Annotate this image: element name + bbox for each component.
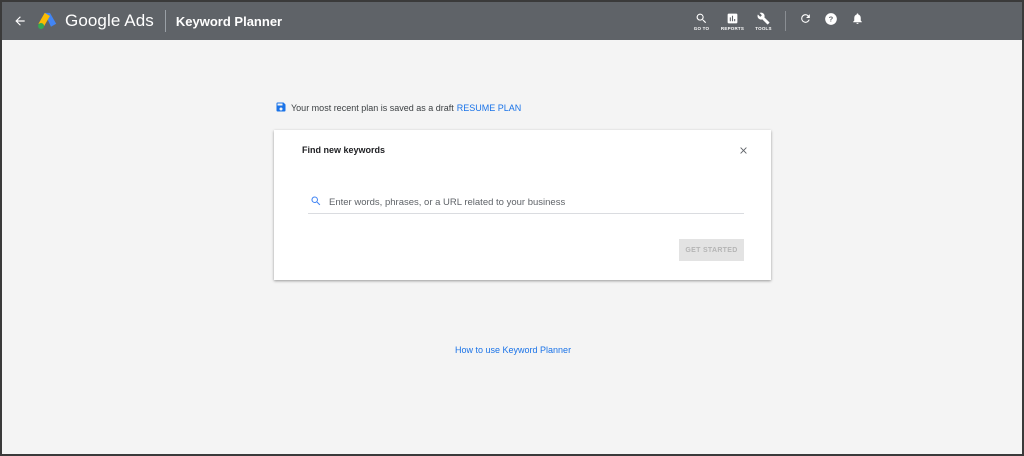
refresh-icon xyxy=(799,12,812,30)
how-to-use-link[interactable]: How to use Keyword Planner xyxy=(455,345,571,355)
google-ads-logo-icon xyxy=(36,10,58,32)
app-window: Google Ads Keyword Planner GO TO REPORTS xyxy=(0,0,1024,456)
help-icon: ? xyxy=(824,12,838,31)
resume-plan-link[interactable]: RESUME PLAN xyxy=(457,103,522,113)
goto-button[interactable]: GO TO xyxy=(686,2,717,40)
reports-button[interactable]: REPORTS xyxy=(717,2,748,40)
top-app-bar: Google Ads Keyword Planner GO TO REPORTS xyxy=(2,2,1022,40)
goto-label: GO TO xyxy=(693,25,710,31)
header-tools: GO TO REPORTS TOOLS ? xyxy=(686,2,1022,40)
wrench-icon xyxy=(757,12,770,25)
keyword-search-input[interactable] xyxy=(329,197,744,208)
search-icon xyxy=(695,12,708,25)
close-icon[interactable] xyxy=(736,143,750,157)
reports-icon xyxy=(726,12,739,25)
draft-notice: Your most recent plan is saved as a draf… xyxy=(275,101,521,115)
tools-divider xyxy=(785,11,786,31)
draft-notice-text: Your most recent plan is saved as a draf… xyxy=(291,103,454,113)
page-title: Keyword Planner xyxy=(175,13,283,29)
help-button[interactable]: ? xyxy=(818,2,844,40)
tools-button[interactable]: TOOLS xyxy=(748,2,779,40)
bell-icon xyxy=(851,12,864,30)
card-title: Find new keywords xyxy=(302,145,386,155)
header-divider xyxy=(164,10,166,32)
tools-label: TOOLS xyxy=(755,25,772,31)
keyword-search-field xyxy=(308,192,744,214)
get-started-button[interactable]: GET STARTED xyxy=(679,239,744,261)
svg-text:?: ? xyxy=(829,14,834,23)
search-icon xyxy=(310,194,322,212)
reports-label: REPORTS xyxy=(720,25,745,31)
notifications-button[interactable] xyxy=(844,2,870,40)
find-keywords-card: Find new keywords GET STARTED xyxy=(274,130,771,280)
back-arrow-icon[interactable] xyxy=(8,9,32,33)
save-icon xyxy=(275,101,287,115)
refresh-button[interactable] xyxy=(792,2,818,40)
brand-name[interactable]: Google Ads xyxy=(65,11,154,31)
